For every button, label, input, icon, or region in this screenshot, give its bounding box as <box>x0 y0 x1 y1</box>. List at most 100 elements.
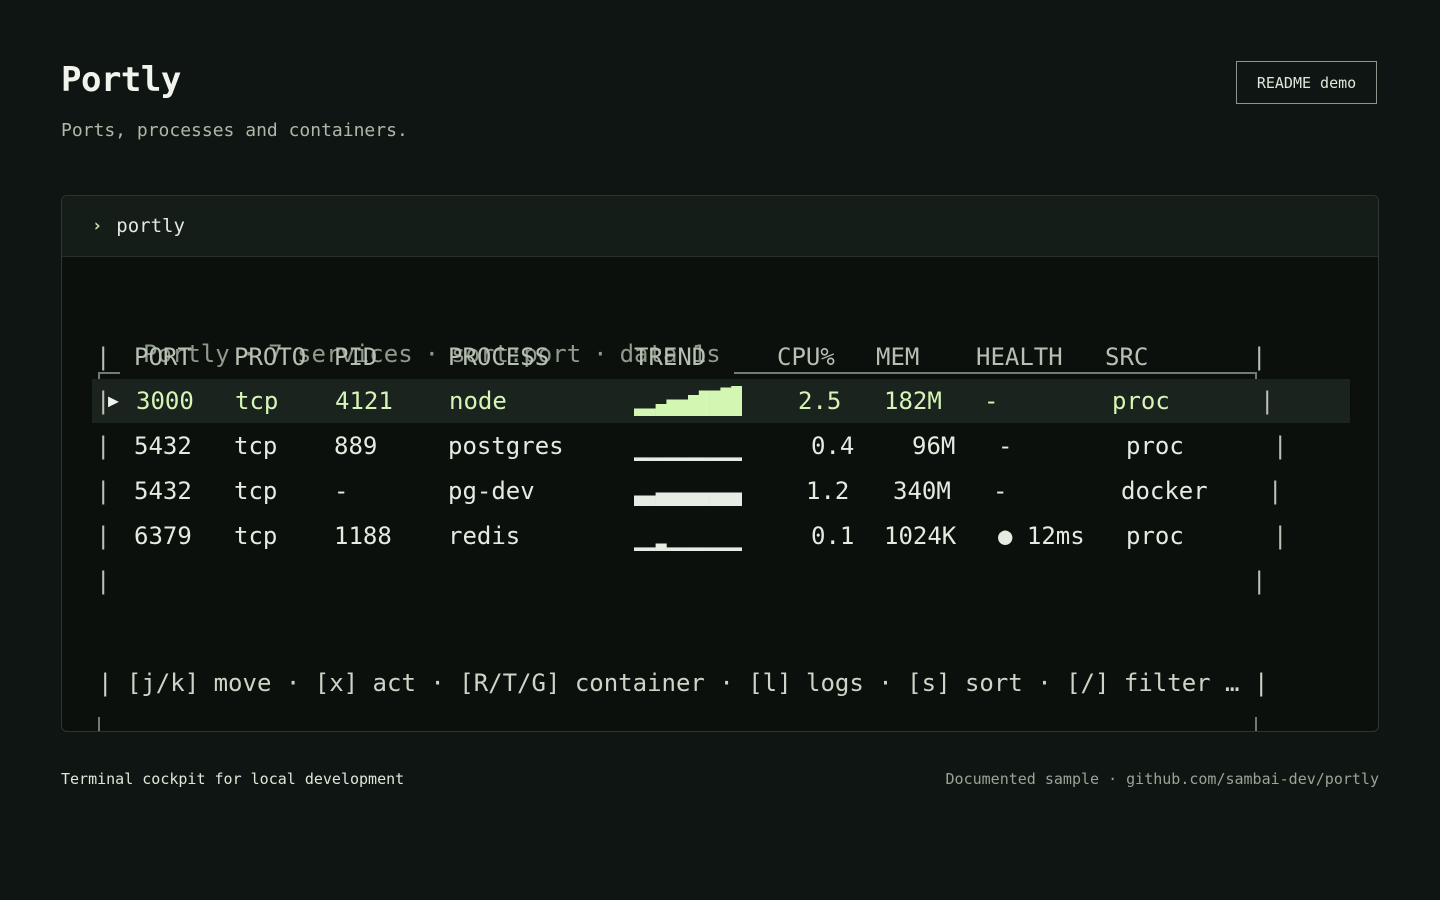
frame-left-border: | <box>98 669 127 697</box>
frame-right-border: | <box>1260 387 1275 415</box>
cell-proto: tcp <box>235 387 279 415</box>
table-row[interactable]: | 5432 tcp 889 postgres 0.4 96M - proc | <box>92 424 1350 468</box>
trend-bar <box>731 457 742 461</box>
column-header-proto: PROTO <box>234 343 307 371</box>
cell-process: postgres <box>448 432 564 460</box>
cell-pid: 1188 <box>334 522 392 550</box>
frame-left-border: | <box>96 477 111 505</box>
trend-bar <box>698 547 710 551</box>
trend-bar <box>709 547 721 551</box>
cell-health: - <box>993 477 1008 505</box>
trend-bar <box>731 492 742 506</box>
cell-src: docker <box>1121 477 1208 505</box>
table-row[interactable]: | ▶ 3000 tcp 4121 node 2.5 182M - proc | <box>92 379 1350 423</box>
cell-src: proc <box>1126 432 1184 460</box>
trend-bar <box>666 399 678 416</box>
trend-bar <box>655 543 667 551</box>
keybind-hints: | [j/k] move · [x] act · [R/T/G] contain… <box>98 669 1268 697</box>
trend-bar <box>666 547 678 551</box>
column-header-pid: PID <box>334 343 378 371</box>
readme-demo-button[interactable]: README demo <box>1236 61 1377 104</box>
trend-bar <box>634 495 646 506</box>
cell-health: - <box>984 387 999 415</box>
cell-health: - <box>998 432 1013 460</box>
frame-left-border: | <box>96 343 111 371</box>
trend-bar <box>709 390 721 416</box>
trend-bar <box>644 495 656 506</box>
table-header-row: | PORT PROTO PID PROCESS TREND CPU% MEM … <box>92 335 1350 379</box>
cell-port: 3000 <box>136 387 194 415</box>
trend-bar <box>655 457 667 461</box>
trend-bar <box>688 547 700 551</box>
trend-bar <box>720 387 732 416</box>
cell-cpu: 0.1 <box>811 522 855 550</box>
trend-bar <box>644 457 656 461</box>
trend-bar <box>720 457 732 461</box>
cell-cpu: 2.5 <box>798 387 842 415</box>
cell-mem: 182M <box>884 387 942 415</box>
column-header-process: PROCESS <box>448 343 550 371</box>
table-row[interactable]: | 5432 tcp - pg-dev 1.2 340M - docker | <box>92 469 1350 513</box>
prompt-chevron-icon: › <box>92 216 103 236</box>
frame-right-border: | <box>1273 522 1288 550</box>
table-row[interactable]: | 6379 tcp 1188 redis 0.1 1024K ● 12ms p… <box>92 514 1350 558</box>
trend-bar <box>666 492 678 506</box>
column-header-port: PORT <box>134 343 192 371</box>
trend-sparkline <box>634 457 742 461</box>
frame-right-border: | <box>1252 567 1267 595</box>
cell-pid: 889 <box>334 432 378 460</box>
column-header-src: SRC <box>1105 343 1149 371</box>
trend-bar <box>698 492 710 506</box>
selection-caret-icon: ▶ <box>108 390 119 412</box>
trend-bar <box>688 492 700 506</box>
column-header-health: HEALTH <box>976 343 1063 371</box>
trend-sparkline <box>634 386 742 416</box>
cell-port: 5432 <box>134 432 192 460</box>
cell-src: proc <box>1112 387 1170 415</box>
frame-left-border: | <box>96 522 111 550</box>
trend-bar <box>666 457 678 461</box>
trend-bar <box>634 408 646 416</box>
cell-mem: 1024K <box>884 522 957 550</box>
footer-source-link[interactable]: Documented sample · github.com/sambai-de… <box>946 770 1379 788</box>
trend-bar <box>677 457 689 461</box>
cell-mem: 96M <box>912 432 956 460</box>
terminal-command: portly <box>116 215 185 237</box>
cell-health: ● 12ms <box>998 522 1085 550</box>
frame-bottom-right-corner <box>1255 717 1257 731</box>
cell-proto: tcp <box>234 522 278 550</box>
terminal-window: › portly Portly · 7 services · sort:port · dat… <box>61 195 1379 732</box>
cell-process: redis <box>448 522 521 550</box>
trend-bar <box>731 386 742 416</box>
empty-row: | | <box>92 559 1350 603</box>
page-title: Portly <box>61 60 181 100</box>
cell-process: node <box>449 387 507 415</box>
trend-bar <box>655 404 667 416</box>
trend-bar <box>644 408 656 416</box>
frame-right-border: | <box>1239 669 1269 697</box>
column-header-mem: MEM <box>876 343 920 371</box>
trend-sparkline <box>634 492 742 506</box>
trend-bar <box>720 547 732 551</box>
trend-bar <box>634 547 646 551</box>
cell-proto: tcp <box>234 477 278 505</box>
cell-pid: 4121 <box>335 387 393 415</box>
cell-mem: 340M <box>893 477 951 505</box>
trend-bar <box>731 547 742 551</box>
frame-left-border: | <box>96 432 111 460</box>
trend-bar <box>677 492 689 506</box>
cell-cpu: 1.2 <box>806 477 850 505</box>
cell-pid: - <box>334 477 349 505</box>
cell-port: 6379 <box>134 522 192 550</box>
cell-process: pg-dev <box>448 477 535 505</box>
cell-src: proc <box>1126 522 1184 550</box>
keybind-hint-text: [j/k] move · [x] act · [R/T/G] container… <box>126 669 1240 697</box>
trend-bar <box>634 457 646 461</box>
trend-bar <box>644 547 656 551</box>
frame-left-border: | <box>96 567 111 595</box>
trend-bar <box>709 457 721 461</box>
trend-bar <box>688 457 700 461</box>
trend-bar <box>720 492 732 506</box>
column-header-trend: TREND <box>634 343 707 371</box>
frame-right-border: | <box>1268 477 1283 505</box>
